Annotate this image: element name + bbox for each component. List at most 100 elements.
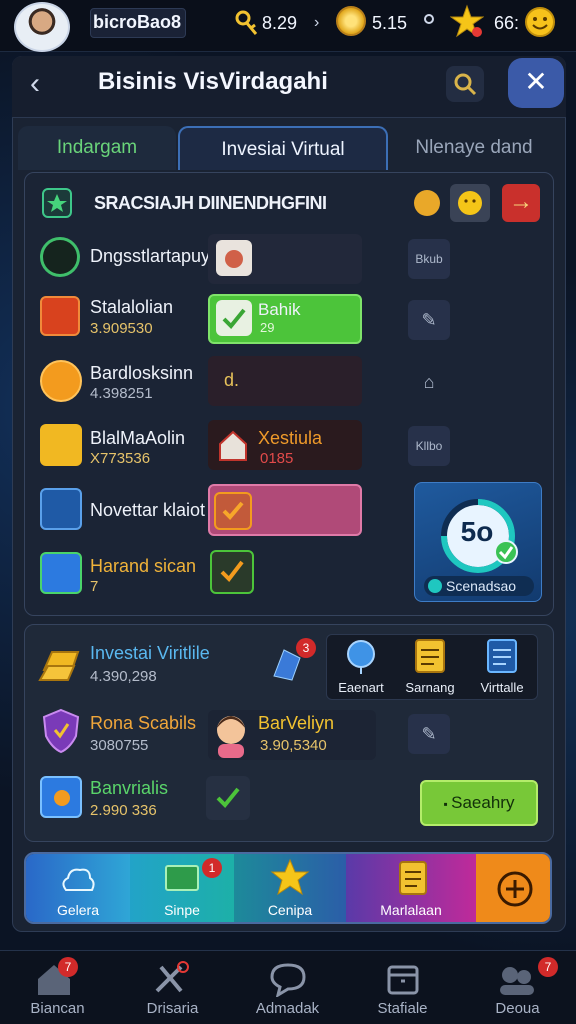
close-icon: ✕ [524, 66, 548, 97]
row-value: 4.390,298 [90, 668, 157, 685]
search-action-button[interactable]: ▪ Saeahry [420, 780, 538, 826]
coin-count: 5.15 [372, 13, 408, 33]
tab-indargam[interactable]: Indargam [18, 126, 176, 170]
pin-icon [424, 14, 434, 24]
star-count: 66: [494, 13, 520, 33]
action-sinpe[interactable]: 1 Sinpe [130, 854, 234, 922]
check-icon [216, 300, 252, 336]
shield-icon [42, 708, 80, 754]
gold-coin-icon [336, 6, 366, 36]
tools-icon [155, 961, 189, 993]
notification-badge: 1 [202, 858, 222, 878]
add-icon [497, 871, 533, 907]
notification-badge: 3 [296, 638, 316, 658]
smiley-icon[interactable] [524, 6, 556, 38]
close-button[interactable]: ✕ [508, 58, 564, 108]
gift-icon [40, 360, 82, 402]
star-icon [270, 858, 310, 896]
star-icon [450, 4, 484, 38]
action-add[interactable] [476, 854, 550, 922]
action-gelera[interactable]: Gelera [26, 854, 130, 922]
cloud-icon [62, 868, 95, 891]
row-name: Rona Scabils [90, 713, 197, 733]
search-icon [454, 73, 477, 96]
nav-drisaria[interactable]: Drisaria [115, 951, 230, 1024]
checkbox-checked[interactable] [206, 776, 250, 820]
pencil-icon: ✎ [421, 310, 437, 330]
action-bar: Gelera 1 Sinpe Cenipa Marlalaan [24, 852, 552, 924]
agent-value: 3.90,5340 [260, 737, 327, 754]
pencil-icon: ✎ [421, 724, 437, 744]
tab-bar: Indargam Invesiai Virtual Nlenaye dand [18, 126, 558, 170]
bottom-nav: 7 Biancan Drisaria Admadak Stafiale 7 De… [0, 950, 576, 1024]
row-name: BlalMaAolin [90, 428, 186, 448]
avatar[interactable] [14, 2, 70, 52]
house-icon [219, 430, 247, 461]
row-name: Stalalolian [90, 297, 174, 317]
hand-icon [40, 424, 82, 466]
folder-icon [40, 488, 82, 530]
checkbox-checked[interactable] [214, 492, 252, 530]
users-icon [500, 967, 534, 995]
character-avatar [217, 716, 245, 758]
nav-admadak[interactable]: Admadak [230, 951, 345, 1024]
checkbox-checked[interactable] [210, 550, 254, 594]
arrow-right-button[interactable]: → [502, 184, 540, 222]
headset-icon [40, 237, 80, 277]
row-name: Banvrialis [90, 778, 169, 798]
progress-value: 5o [460, 516, 494, 547]
shop-icon [40, 296, 80, 336]
progress-label: Scenadsao [446, 578, 517, 594]
row-value: 3.909530 [90, 320, 153, 337]
nav-stafiale[interactable]: Stafiale [345, 951, 460, 1024]
tag-button[interactable]: ⌂ [408, 362, 450, 402]
business-icon [42, 188, 72, 218]
row-name: Dngsstlartapuy [90, 246, 211, 266]
quick-action-sarnang[interactable]: Sarnang [398, 638, 462, 698]
row-value: X773536 [90, 450, 151, 467]
section-heading: SRACSIAJH DIINENDHGFINI [94, 193, 327, 213]
chevron-right-icon: › [314, 14, 320, 31]
monitor-icon [165, 865, 199, 891]
dot-icon: ▪ [443, 797, 452, 811]
calendar-icon [40, 552, 82, 594]
nav-biancan[interactable]: 7 Biancan [0, 951, 115, 1024]
tag-icon: ⌂ [423, 372, 435, 392]
agent-name: BarVeliyn [258, 713, 335, 733]
emoji-button[interactable] [450, 184, 490, 222]
clipboard-icon [415, 639, 445, 673]
coin-icon [414, 190, 440, 216]
tab-nlenaye-dand[interactable]: Nlenaye dand [390, 126, 558, 170]
document-icon [487, 639, 517, 673]
row-value: 4.398251 [90, 385, 153, 402]
side-action-button[interactable]: Bkub [408, 239, 450, 279]
row-value: 2.990 336 [90, 802, 157, 819]
info-icon [428, 579, 442, 593]
row-value: 3080755 [90, 737, 149, 754]
gold-bar-icon [38, 651, 80, 681]
smiley-icon [458, 191, 482, 215]
username-label: bicroBao8 [90, 8, 186, 38]
badge-label: Xestiula [258, 428, 323, 448]
quick-action-eaenart[interactable]: Eaenart [332, 638, 390, 698]
clipboard-icon [399, 861, 427, 895]
action-cenipa[interactable]: Cenipa [234, 854, 346, 922]
edit-button[interactable]: ✎ [408, 714, 450, 754]
edit-button[interactable]: ✎ [408, 300, 450, 340]
page-title: Bisinis VisVirdagahi [98, 68, 328, 95]
row-name: Novettar klaiot [90, 500, 206, 520]
quick-action-virttalle[interactable]: Virttalle [470, 638, 534, 698]
bag-icon [216, 240, 252, 276]
side-action-button[interactable]: Kllbo [408, 426, 450, 466]
back-button[interactable]: ‹ [20, 68, 50, 102]
tab-investasi-virtual[interactable]: Invesiai Virtual [178, 126, 388, 170]
action-marlalaan[interactable]: Marlalaan [346, 854, 476, 922]
nav-deoua[interactable]: 7 Deoua [460, 951, 575, 1024]
row-name: Harand sican [90, 556, 197, 576]
pin-icon [347, 640, 375, 674]
chat-icon [270, 963, 306, 997]
search-button[interactable] [446, 66, 484, 102]
badge-label: Bahik [258, 300, 301, 319]
key-count: 8.29 [262, 13, 298, 33]
row-name: Bardlosksinn [90, 363, 194, 383]
